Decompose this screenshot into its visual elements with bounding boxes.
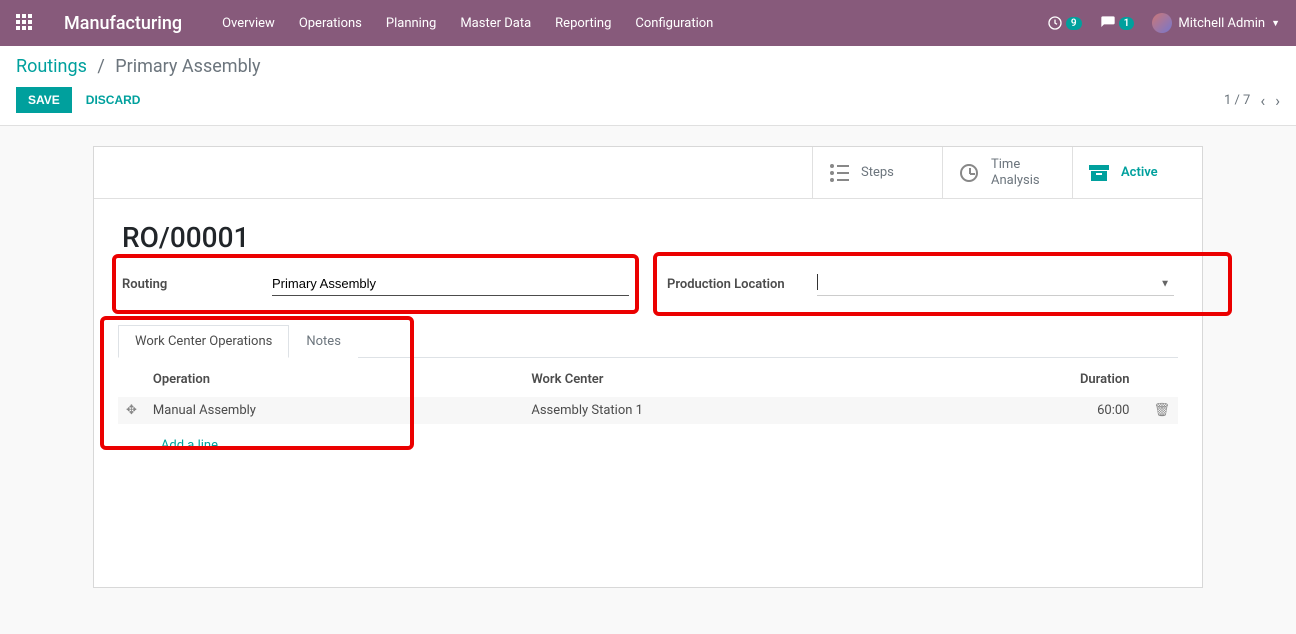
- control-bar: Routings / Primary Assembly SAVE DISCARD…: [0, 46, 1296, 126]
- apps-icon[interactable]: [16, 14, 34, 32]
- app-brand[interactable]: Manufacturing: [64, 13, 182, 34]
- steps-label: Steps: [861, 165, 894, 181]
- menu-master-data[interactable]: Master Data: [460, 16, 531, 31]
- operations-table: Operation Work Center Duration ✥ Manual …: [118, 362, 1178, 467]
- time-analysis-button[interactable]: Time Analysis: [942, 147, 1072, 198]
- archive-icon: [1087, 161, 1111, 185]
- pager-next[interactable]: ›: [1275, 91, 1280, 110]
- add-line-link[interactable]: Add a line: [153, 430, 226, 461]
- activities-icon[interactable]: 9: [1047, 15, 1082, 31]
- tabs-container: Work Center Operations Notes Operation W…: [94, 324, 1202, 507]
- avatar: [1152, 13, 1172, 33]
- main-menu: Overview Operations Planning Master Data…: [222, 16, 713, 31]
- drag-handle-icon[interactable]: ✥: [126, 403, 137, 418]
- production-location-field-group: Production Location ▼: [663, 264, 1178, 304]
- tab-work-center-operations[interactable]: Work Center Operations: [118, 325, 289, 358]
- table-row[interactable]: ✥ Manual Assembly Assembly Station 1 60:…: [118, 397, 1178, 424]
- discard-button[interactable]: DISCARD: [86, 93, 141, 107]
- messages-badge: 1: [1119, 17, 1135, 30]
- caret-down-icon: ▼: [1271, 18, 1280, 29]
- menu-planning[interactable]: Planning: [386, 16, 436, 31]
- save-button[interactable]: SAVE: [16, 87, 72, 113]
- col-duration[interactable]: Duration: [929, 362, 1137, 397]
- user-name: Mitchell Admin: [1178, 16, 1265, 31]
- routing-label: Routing: [122, 277, 272, 292]
- dropdown-caret-icon[interactable]: ▼: [1160, 279, 1170, 290]
- top-navbar: Manufacturing Overview Operations Planni…: [0, 0, 1296, 46]
- button-box: Steps Time Analysis Active: [94, 147, 1202, 199]
- menu-operations[interactable]: Operations: [299, 16, 362, 31]
- steps-button[interactable]: Steps: [812, 147, 942, 198]
- active-label: Active: [1121, 165, 1158, 181]
- routing-input[interactable]: [272, 272, 629, 296]
- cell-work-center[interactable]: Assembly Station 1: [523, 397, 929, 424]
- cell-duration[interactable]: 60:00: [929, 397, 1137, 424]
- menu-reporting[interactable]: Reporting: [555, 16, 611, 31]
- col-operation[interactable]: Operation: [145, 362, 523, 397]
- production-location-label: Production Location: [667, 277, 817, 292]
- list-icon: [827, 161, 851, 185]
- menu-configuration[interactable]: Configuration: [635, 16, 713, 31]
- breadcrumb: Routings / Primary Assembly: [16, 56, 1280, 77]
- messages-icon[interactable]: 1: [1100, 15, 1135, 31]
- tab-notes[interactable]: Notes: [289, 325, 358, 358]
- time-analysis-label: Time Analysis: [991, 157, 1040, 188]
- pager-prev[interactable]: ‹: [1260, 91, 1265, 110]
- col-work-center[interactable]: Work Center: [523, 362, 929, 397]
- tabs: Work Center Operations Notes: [118, 324, 1178, 358]
- text-cursor: [817, 274, 818, 290]
- user-menu[interactable]: Mitchell Admin ▼: [1152, 13, 1280, 33]
- breadcrumb-current: Primary Assembly: [115, 56, 260, 77]
- activities-badge: 9: [1066, 17, 1082, 30]
- active-toggle-button[interactable]: Active: [1072, 147, 1202, 198]
- record-title: RO/00001: [94, 199, 1202, 264]
- clock-icon: [957, 161, 981, 185]
- pager: 1 / 7 ‹ ›: [1224, 91, 1280, 110]
- tab-content: Operation Work Center Duration ✥ Manual …: [118, 358, 1178, 467]
- delete-row-icon[interactable]: 🗑: [1145, 403, 1170, 418]
- breadcrumb-parent[interactable]: Routings: [16, 56, 87, 77]
- pager-text[interactable]: 1 / 7: [1224, 93, 1250, 108]
- menu-overview[interactable]: Overview: [222, 16, 275, 31]
- add-line-row: Add a line: [118, 424, 1178, 467]
- form-sheet: Steps Time Analysis Active RO/00001 Rout: [93, 146, 1203, 588]
- routing-field-group: Routing: [118, 264, 633, 304]
- production-location-input[interactable]: [817, 272, 1174, 296]
- cell-operation[interactable]: Manual Assembly: [145, 397, 523, 424]
